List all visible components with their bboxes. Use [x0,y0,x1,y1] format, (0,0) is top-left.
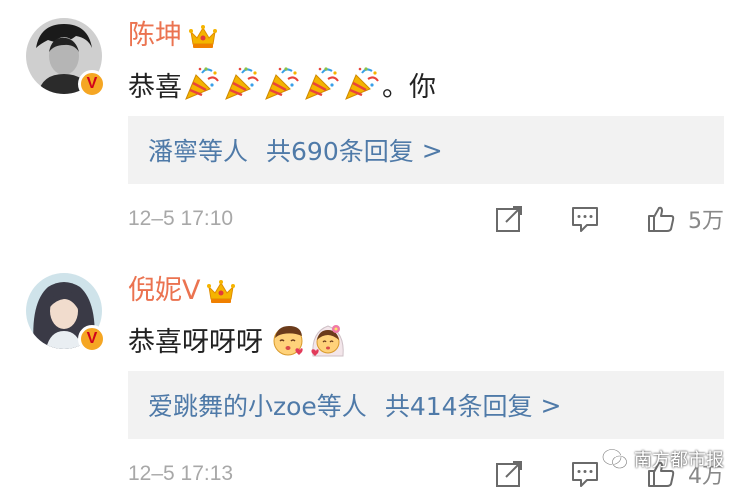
comment-text-suffix: 。你 [382,71,436,103]
bride-face-icon [311,325,344,357]
reply-total[interactable]: 共414条回复 [385,387,533,423]
verified-badge: V [78,325,106,353]
timestamp: 12–5 17:13 [128,462,234,485]
comment-icon[interactable] [570,204,600,234]
reply-summary[interactable]: 爱跳舞的小zoe等人 共414条回复 > [128,371,724,439]
party-popper-icon [225,67,259,100]
comment-icon[interactable] [570,459,600,489]
chevron-right-icon[interactable]: > [541,391,562,420]
comment-text-prefix: 恭喜 [128,71,182,103]
avatar[interactable]: V [24,271,106,353]
party-popper-icon [265,67,299,100]
comment-text: 恭喜 。你 [128,64,436,104]
wechat-icon [602,448,628,469]
like-button[interactable]: 5万 [646,203,724,235]
chevron-right-icon[interactable]: > [422,136,443,165]
avatar[interactable]: V [24,16,106,98]
username[interactable]: 倪妮V [128,273,200,309]
share-icon[interactable] [494,459,524,489]
timestamp: 12–5 17:10 [128,207,234,230]
reply-names[interactable]: 潘寧等人 [148,132,248,168]
reply-summary[interactable]: 潘寧等人 共690条回复 > [128,116,724,184]
party-popper-icon [305,67,339,100]
reply-names[interactable]: 爱跳舞的小zoe等人 [148,387,367,423]
crown-icon [207,280,236,303]
emoji-group [182,65,382,103]
party-popper-icon [345,67,379,100]
watermark: 南方都市报 [602,446,724,472]
username[interactable]: 陈坤 [128,18,182,54]
comment-text: 恭喜呀呀呀 [128,319,349,359]
comment-text-prefix: 恭喜呀呀呀 [128,326,263,358]
kissing-boy-face-icon [273,326,303,356]
party-popper-icon [185,67,219,100]
thumbs-up-icon[interactable] [646,204,676,234]
reply-total[interactable]: 共690条回复 [266,132,414,168]
share-icon[interactable] [494,204,524,234]
comment-item: V 陈坤 恭喜 。你 潘寧等人 共690条回复 > 12–5 17:10 5万 [0,0,750,250]
verified-badge: V [78,70,106,98]
crown-icon [189,25,217,48]
like-count: 5万 [688,209,724,234]
watermark-text: 南方都市报 [634,450,724,471]
